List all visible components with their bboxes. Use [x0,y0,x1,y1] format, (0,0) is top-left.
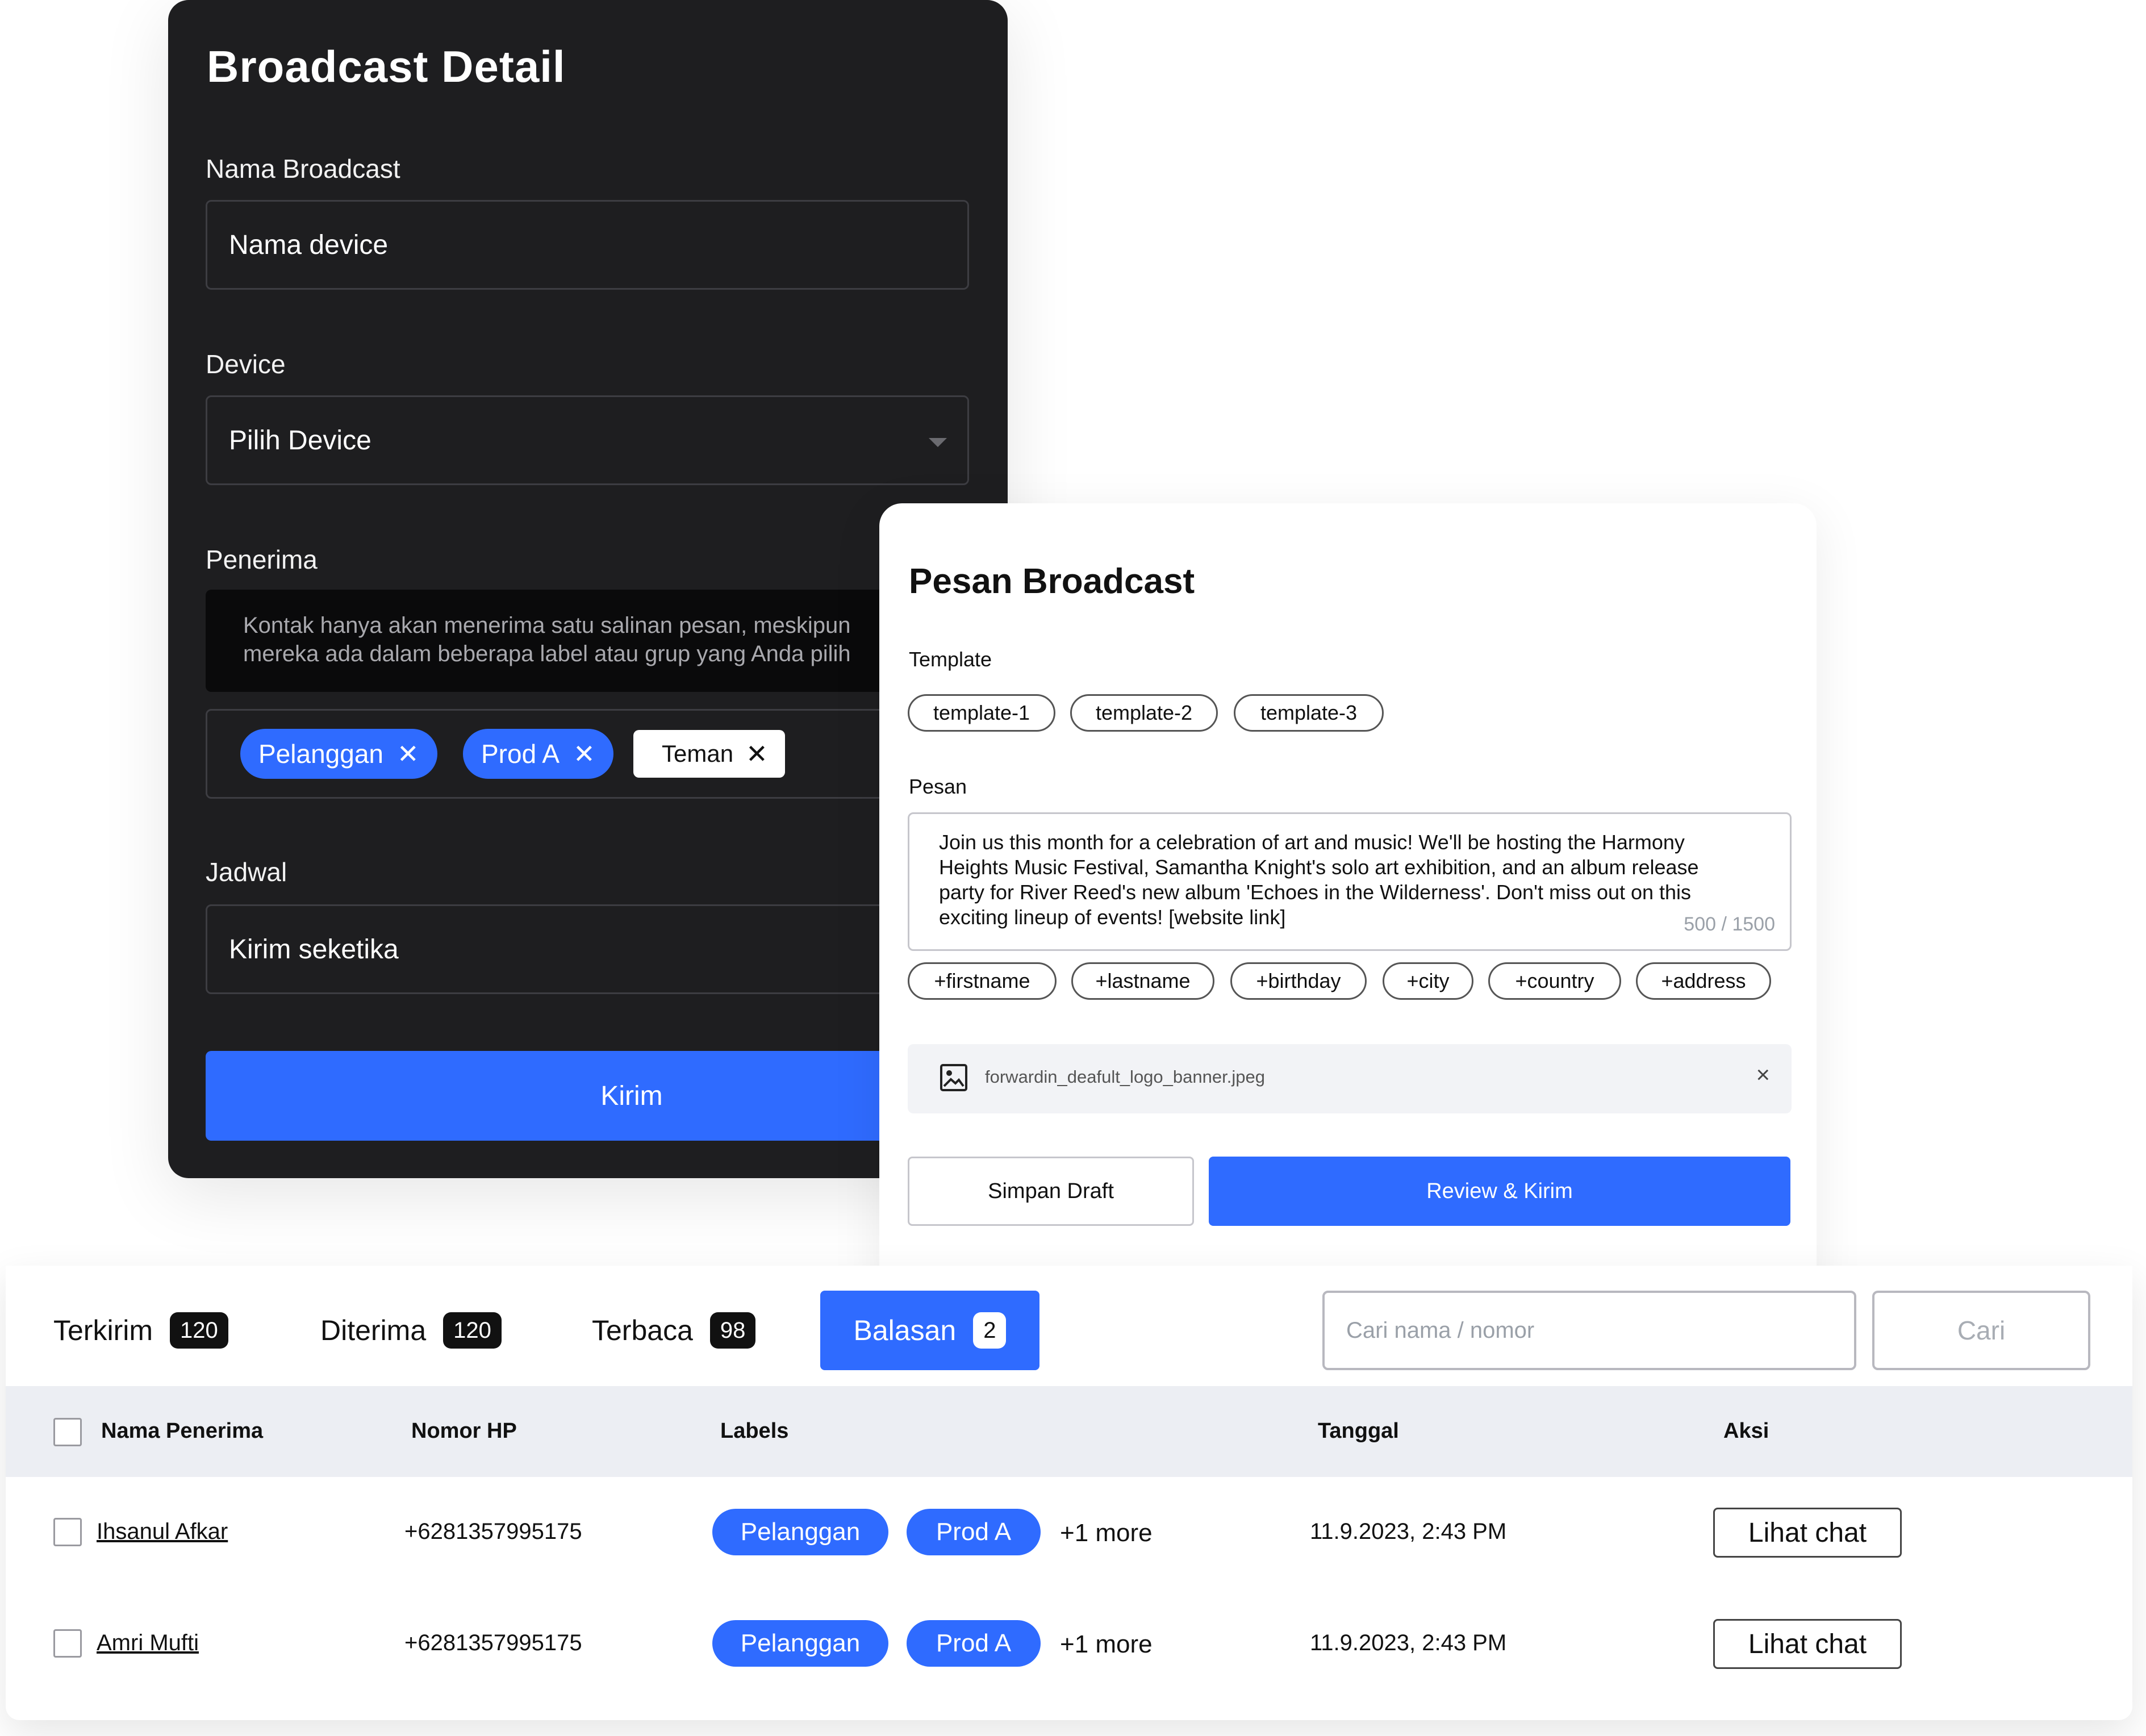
variable-chip-label: +country [1515,969,1594,992]
review-kirim-button[interactable]: Review & Kirim [1209,1157,1790,1226]
tab-label: Balasan [853,1314,957,1346]
recipient-name-link[interactable]: Ihsanul Afkar [97,1519,228,1545]
tab-label: Diterima [320,1314,427,1346]
count-badge: 120 [443,1312,502,1349]
more-labels-link[interactable]: +1 more [1060,1519,1153,1547]
count-badge: 98 [709,1312,756,1349]
nama-broadcast-placeholder: Nama device [229,229,389,260]
tab-label: Terkirim [53,1314,153,1346]
row-checkbox[interactable] [53,1518,82,1546]
label-chip-pelanggan: Pelanggan [712,1620,888,1667]
image-icon [940,1064,967,1091]
tab-terbaca[interactable]: Terbaca 98 [592,1291,756,1370]
more-labels-link[interactable]: +1 more [1060,1630,1153,1659]
close-icon[interactable]: ✕ [397,741,419,767]
count-badge: 120 [169,1312,228,1349]
table-header: Nama Penerima Nomor HP Labels Tanggal Ak… [6,1386,2132,1477]
search-button-label: Cari [1957,1316,2006,1345]
pesan-broadcast-panel: Pesan Broadcast Template template-1 temp… [879,503,1817,1299]
variable-chip-firstname[interactable]: +firstname [908,962,1057,1000]
template-chip-2[interactable]: template-2 [1070,694,1218,732]
template-chip-1[interactable]: template-1 [908,694,1055,732]
variable-chip-birthday[interactable]: +birthday [1230,962,1367,1000]
tab-diterima[interactable]: Diterima 120 [320,1291,502,1370]
row-checkbox[interactable] [53,1629,82,1658]
lihat-chat-button[interactable]: Lihat chat [1713,1508,1902,1558]
pesan-label: Pesan [909,775,967,798]
recipient-phone: +6281357995175 [404,1630,582,1655]
panel-title: Broadcast Detail [207,41,566,91]
message-line: party for River Reed's new album 'Echoes… [939,880,1692,904]
simpan-draft-label: Simpan Draft [988,1179,1114,1203]
template-chip-label: template-3 [1260,701,1358,724]
template-chip-label: template-1 [933,701,1030,724]
template-chip-label: template-2 [1095,701,1193,724]
search-button[interactable]: Cari [1872,1291,2090,1370]
header-labels: Labels [720,1419,789,1443]
message-line: exciting lineup of events! [website link… [939,905,1286,929]
recipient-date: 11.9.2023, 2:43 PM [1310,1630,1507,1655]
variable-chip-label: +firstname [934,969,1030,992]
tag-chip-pelanggan: Pelanggan ✕ [240,729,437,779]
tag-label: Prod A [481,739,560,769]
tab-label: Terbaca [592,1314,693,1346]
attachment-filename: forwardin_deafult_logo_banner.jpeg [985,1067,1265,1087]
chevron-down-icon [929,438,947,447]
message-line: Heights Music Festival, Samantha Knight'… [939,856,1699,879]
recipient-phone: +6281357995175 [404,1519,582,1544]
close-icon[interactable]: ✕ [746,741,768,767]
panel-title: Pesan Broadcast [909,562,1195,601]
select-all-checkbox[interactable] [53,1418,82,1446]
tab-terkirim[interactable]: Terkirim 120 [53,1291,228,1370]
variable-chip-country[interactable]: +country [1488,962,1621,1000]
count-badge: 2 [973,1312,1007,1349]
header-aksi: Aksi [1723,1419,1769,1443]
jadwal-label: Jadwal [206,857,287,887]
search-placeholder: Cari nama / nomor [1346,1317,1535,1343]
label-chip-prod-a: Prod A [907,1620,1041,1667]
device-label: Device [206,349,286,379]
kirim-button-label: Kirim [600,1080,663,1111]
message-line: Join us this month for a celebration of … [939,831,1685,854]
tag-chip-prod-a: Prod A ✕ [463,729,613,779]
variable-chip-label: +birthday [1256,969,1341,992]
label-chip-pelanggan: Pelanggan [712,1509,888,1555]
simpan-draft-button[interactable]: Simpan Draft [908,1157,1194,1226]
close-icon[interactable]: ✕ [573,741,595,767]
review-kirim-label: Review & Kirim [1426,1179,1573,1203]
tag-label: Pelanggan [258,739,383,769]
variable-chip-city[interactable]: +city [1383,962,1473,1000]
nama-broadcast-label: Nama Broadcast [206,154,400,183]
search-input[interactable]: Cari nama / nomor [1322,1291,1856,1370]
header-nomor: Nomor HP [411,1419,517,1443]
tag-label: Teman [662,740,734,767]
header-nama: Nama Penerima [101,1419,264,1443]
template-label: Template [909,648,992,671]
device-select[interactable]: Pilih Device [206,395,969,485]
device-select-value: Pilih Device [229,425,371,456]
close-icon[interactable]: × [1756,1061,1770,1088]
attachment-row: forwardin_deafult_logo_banner.jpeg × [908,1044,1792,1113]
tab-balasan[interactable]: Balasan 2 [820,1291,1039,1370]
char-counter: 500 / 1500 [1684,913,1775,935]
recipients-card: Terkirim 120 Diterima 120 Terbaca 98 Bal… [6,1266,2132,1720]
table-row: Amri Mufti +6281357995175 Pelanggan Prod… [6,1588,2132,1700]
variable-chip-address[interactable]: +address [1636,962,1771,1000]
message-textarea[interactable]: Join us this month for a celebration of … [908,812,1792,951]
variable-chip-label: +lastname [1095,969,1191,992]
recipient-date: 11.9.2023, 2:43 PM [1310,1519,1507,1544]
variable-chip-lastname[interactable]: +lastname [1071,962,1214,1000]
variable-chip-label: +city [1406,969,1450,992]
header-tanggal: Tanggal [1318,1419,1399,1443]
lihat-chat-button[interactable]: Lihat chat [1713,1619,1902,1669]
table-row: Ihsanul Afkar +6281357995175 Pelanggan P… [6,1477,2132,1588]
label-chip-prod-a: Prod A [907,1509,1041,1555]
tag-chip-teman: Teman ✕ [633,730,785,778]
nama-broadcast-input[interactable]: Nama device [206,200,969,290]
recipient-name-link[interactable]: Amri Mufti [97,1630,199,1656]
template-chip-3[interactable]: template-3 [1234,694,1384,732]
jadwal-value: Kirim seketika [229,934,399,965]
variable-chip-label: +address [1661,969,1746,992]
penerima-label: Penerima [206,545,318,574]
